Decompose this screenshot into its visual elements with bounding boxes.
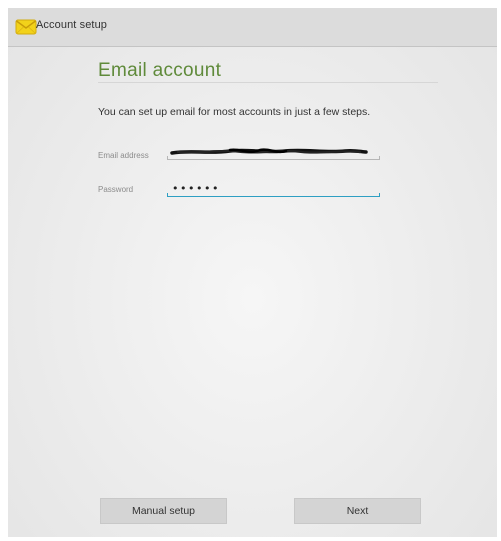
title-divider: [98, 82, 438, 83]
password-field[interactable]: ••••••: [167, 182, 380, 197]
account-setup-screen: Account setup Email account You can set …: [8, 8, 497, 537]
email-envelope-icon: [14, 14, 38, 38]
page-title: Email account: [98, 60, 222, 81]
password-value: ••••••: [172, 182, 220, 195]
next-button[interactable]: Next: [294, 498, 421, 524]
email-address-field[interactable]: [167, 146, 380, 160]
intro-text: You can set up email for most accounts i…: [98, 106, 371, 118]
email-address-label: Email address: [98, 151, 149, 160]
manual-setup-button[interactable]: Manual setup: [100, 498, 227, 524]
action-bar: Account setup: [8, 8, 497, 47]
password-label: Password: [98, 185, 134, 194]
redaction-scribble: [170, 148, 368, 155]
action-bar-title: Account setup: [36, 19, 108, 31]
